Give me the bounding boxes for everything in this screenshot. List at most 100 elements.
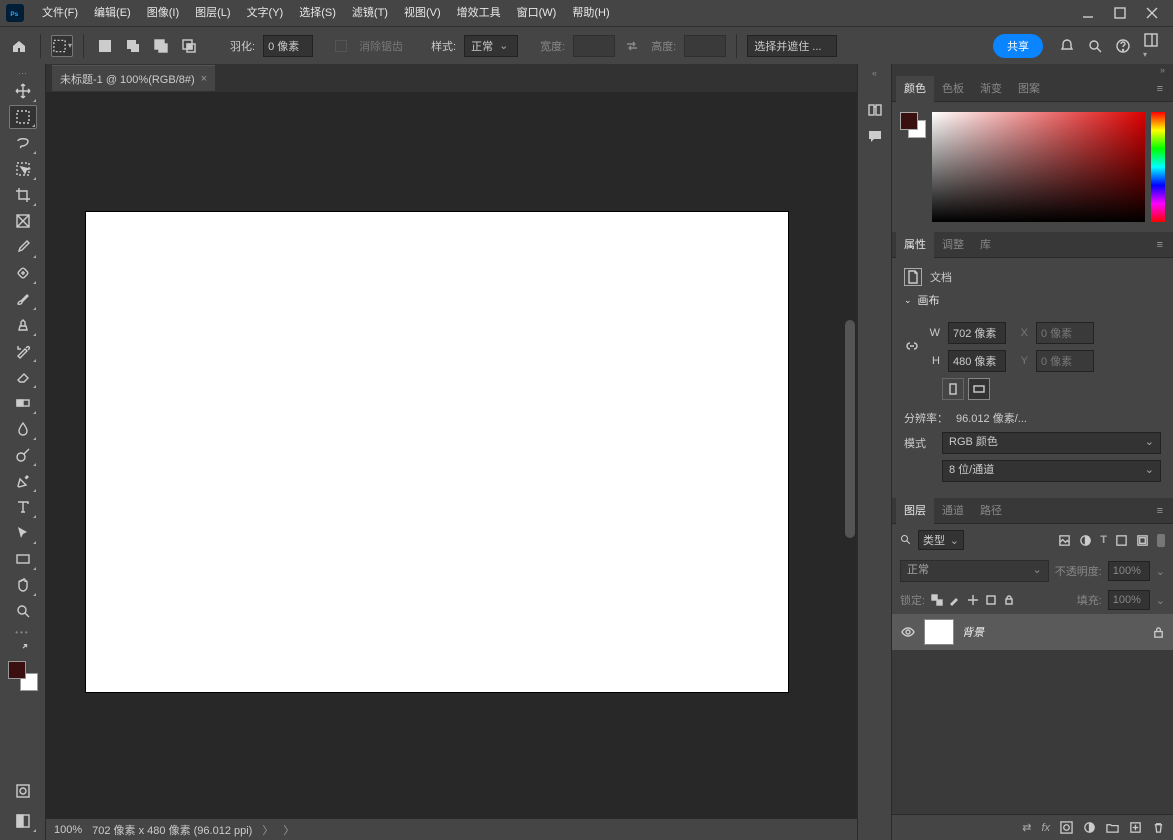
layer-fx-icon[interactable]: fx	[1041, 822, 1050, 834]
color-swatches[interactable]	[8, 661, 38, 691]
lock-all-icon[interactable]	[1003, 594, 1015, 606]
menu-编辑(E)[interactable]: 编辑(E)	[86, 0, 139, 26]
vertical-scrollbar[interactable]	[845, 320, 855, 538]
orientation-portrait[interactable]	[942, 378, 964, 400]
eyedropper-tool[interactable]	[9, 235, 37, 259]
menu-图像(I)[interactable]: 图像(I)	[139, 0, 187, 26]
filter-type-icon[interactable]: T	[1100, 534, 1107, 547]
panel-menu-icon[interactable]: ≡	[1151, 239, 1169, 251]
lock-position-icon[interactable]	[967, 594, 979, 606]
home-button[interactable]	[8, 35, 30, 57]
foreground-color-swatch[interactable]	[8, 661, 26, 679]
filter-pixel-icon[interactable]	[1058, 534, 1071, 547]
type-tool[interactable]	[9, 495, 37, 519]
color-tab-1[interactable]: 色板	[934, 76, 972, 102]
hue-slider[interactable]	[1151, 112, 1165, 222]
layer-filter-kind[interactable]: 类型⌄	[918, 530, 964, 550]
color-tab-0[interactable]: 颜色	[896, 76, 934, 102]
layer-item[interactable]: 背景	[892, 614, 1173, 650]
lasso-tool[interactable]	[9, 131, 37, 155]
color-panel-swatches[interactable]	[900, 112, 926, 138]
layer-name[interactable]: 背景	[962, 624, 1144, 640]
filter-adjustment-icon[interactable]	[1079, 534, 1092, 547]
brush-tool[interactable]	[9, 287, 37, 311]
window-minimize[interactable]	[1073, 3, 1103, 23]
color-mode-select[interactable]: RGB 颜色	[942, 432, 1161, 454]
panel-menu-icon[interactable]: ≡	[1151, 83, 1169, 95]
menu-窗口(W)[interactable]: 窗口(W)	[509, 0, 565, 26]
color-tab-2[interactable]: 渐变	[972, 76, 1010, 102]
menu-文字(Y)[interactable]: 文字(Y)	[239, 0, 292, 26]
canvas-viewport[interactable]	[46, 92, 857, 818]
lock-image-icon[interactable]	[949, 594, 961, 606]
style-select[interactable]: 正常⌄	[464, 35, 518, 57]
selection-add-icon[interactable]	[122, 35, 144, 57]
canvas-width-input[interactable]	[948, 322, 1006, 344]
screen-mode-icon[interactable]	[9, 809, 37, 833]
props-tab-0[interactable]: 属性	[896, 232, 934, 258]
rectangle-tool[interactable]	[9, 547, 37, 571]
layer-search-icon[interactable]	[900, 534, 912, 546]
link-wh-icon[interactable]	[904, 339, 920, 355]
color-tab-3[interactable]: 图案	[1010, 76, 1048, 102]
document-info[interactable]: 702 像素 x 480 像素 (96.012 ppi)	[92, 822, 252, 838]
close-tab-icon[interactable]: ×	[201, 73, 207, 85]
crop-tool[interactable]	[9, 183, 37, 207]
quick-mask-icon[interactable]	[9, 779, 37, 803]
new-layer-icon[interactable]	[1129, 821, 1142, 834]
eraser-tool[interactable]	[9, 365, 37, 389]
hand-tool[interactable]	[9, 573, 37, 597]
gradient-tool[interactable]	[9, 391, 37, 415]
selection-subtract-icon[interactable]	[150, 35, 172, 57]
layer-lock-icon[interactable]	[1152, 626, 1165, 639]
blur-tool[interactable]	[9, 417, 37, 441]
window-close[interactable]	[1137, 3, 1167, 23]
new-adjustment-icon[interactable]	[1083, 821, 1096, 834]
swap-colors-icon[interactable]	[9, 642, 37, 656]
menu-文件(F)[interactable]: 文件(F)	[34, 0, 86, 26]
path-selection-tool[interactable]	[9, 521, 37, 545]
object-selection-tool[interactable]	[9, 157, 37, 181]
layers-tab-0[interactable]: 图层	[896, 498, 934, 524]
edit-toolbar-icon[interactable]: •••	[15, 628, 29, 637]
menu-图层(L)[interactable]: 图层(L)	[187, 0, 238, 26]
notifications-icon[interactable]	[1059, 38, 1075, 54]
props-tab-2[interactable]: 库	[972, 232, 999, 258]
help-icon[interactable]	[1115, 38, 1131, 54]
document-tab[interactable]: 未标题-1 @ 100%(RGB/8#) ×	[52, 65, 215, 91]
selection-new-icon[interactable]	[94, 35, 116, 57]
bit-depth-select[interactable]: 8 位/通道	[942, 460, 1161, 482]
filter-smartobject-icon[interactable]	[1136, 534, 1149, 547]
layers-tab-1[interactable]: 通道	[934, 498, 972, 524]
menu-视图(V)[interactable]: 视图(V)	[396, 0, 449, 26]
marquee-tool-indicator[interactable]: ▾	[51, 35, 73, 57]
panel-menu-icon[interactable]: ≡	[1151, 505, 1169, 517]
filter-shape-icon[interactable]	[1115, 534, 1128, 547]
menu-滤镜(T)[interactable]: 滤镜(T)	[344, 0, 396, 26]
window-maximize[interactable]	[1105, 3, 1135, 23]
comments-panel-icon[interactable]	[867, 128, 883, 144]
workspace-switcher-icon[interactable]: ▾	[1143, 32, 1159, 60]
menu-帮助(H)[interactable]: 帮助(H)	[564, 0, 617, 26]
move-tool[interactable]	[9, 79, 37, 103]
new-group-icon[interactable]	[1106, 821, 1119, 834]
layer-mask-icon[interactable]	[1060, 821, 1073, 834]
status-chevron-icon[interactable]: 〉	[262, 822, 273, 838]
canvas-height-input[interactable]	[948, 350, 1006, 372]
menu-增效工具[interactable]: 增效工具	[449, 0, 509, 26]
layer-visibility-icon[interactable]	[900, 624, 916, 640]
canvas[interactable]	[86, 212, 788, 692]
select-and-mask-button[interactable]: 选择并遮住 ...	[747, 35, 837, 57]
healing-brush-tool[interactable]	[9, 261, 37, 285]
link-layers-icon[interactable]: ⇄	[1022, 821, 1031, 834]
frame-tool[interactable]	[9, 209, 37, 233]
layer-thumbnail[interactable]	[924, 619, 954, 645]
delete-layer-icon[interactable]	[1152, 821, 1165, 834]
filter-toggle-icon[interactable]	[1157, 534, 1165, 547]
feather-input[interactable]	[263, 35, 313, 57]
lock-transparent-icon[interactable]	[931, 594, 943, 606]
orientation-landscape[interactable]	[968, 378, 990, 400]
learn-panel-icon[interactable]	[867, 102, 883, 118]
panel-collapse-icon[interactable]: «	[872, 68, 877, 78]
search-icon[interactable]	[1087, 38, 1103, 54]
